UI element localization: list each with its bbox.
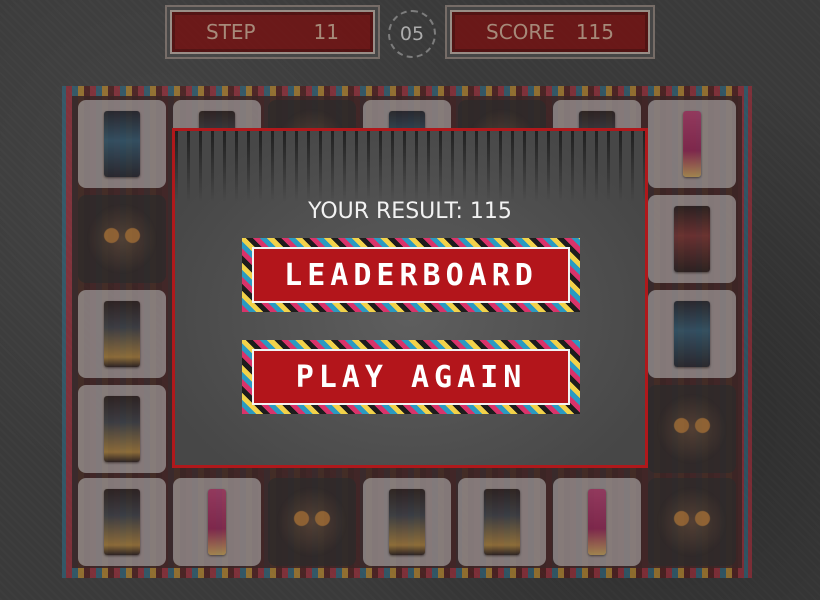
coffee-pack-icon — [208, 489, 226, 555]
step-label: STEP — [206, 20, 256, 44]
memory-card[interactable] — [78, 290, 166, 378]
memory-card[interactable] — [648, 290, 736, 378]
coffee-pack-icon — [674, 301, 710, 367]
memory-card[interactable] — [78, 385, 166, 473]
owl-icon — [657, 487, 727, 557]
result-text: YOUR RESULT: 115 — [308, 199, 512, 224]
memory-card[interactable] — [78, 195, 166, 283]
timer-badge: 05 — [388, 10, 436, 58]
timer-value: 05 — [399, 23, 425, 45]
memory-card[interactable] — [458, 478, 546, 566]
score-value: 115 — [575, 20, 614, 44]
coffee-pack-icon — [484, 489, 520, 555]
memory-card[interactable] — [268, 478, 356, 566]
play-again-button[interactable]: PLAY AGAIN — [242, 340, 580, 414]
coffee-pack-icon — [104, 301, 140, 367]
memory-card[interactable] — [648, 385, 736, 473]
memory-card[interactable] — [78, 478, 166, 566]
leaderboard-button[interactable]: LEADERBOARD — [242, 238, 580, 312]
coffee-pack-icon — [104, 396, 140, 462]
memory-card[interactable] — [648, 195, 736, 283]
score-counter: SCORE 115 — [450, 10, 650, 54]
memory-card[interactable] — [648, 100, 736, 188]
coffee-pack-icon — [683, 111, 701, 177]
memory-card[interactable] — [553, 478, 641, 566]
play-again-button-label: PLAY AGAIN — [252, 349, 570, 405]
decorative-fringe — [175, 131, 645, 201]
leaderboard-button-label: LEADERBOARD — [252, 247, 570, 303]
coffee-pack-icon — [389, 489, 425, 555]
result-dialog: YOUR RESULT: 115 LEADERBOARD PLAY AGAIN — [172, 128, 648, 468]
memory-card[interactable] — [78, 100, 166, 188]
coffee-pack-icon — [104, 111, 140, 177]
owl-icon — [87, 204, 157, 274]
coffee-pack-icon — [674, 206, 710, 272]
owl-icon — [277, 487, 347, 557]
step-counter: STEP 11 — [170, 10, 375, 54]
memory-card[interactable] — [363, 478, 451, 566]
owl-icon — [657, 394, 727, 464]
coffee-pack-icon — [588, 489, 606, 555]
step-value: 11 — [313, 20, 339, 44]
score-label: SCORE — [486, 20, 555, 44]
coffee-pack-icon — [104, 489, 140, 555]
memory-card[interactable] — [648, 478, 736, 566]
memory-card[interactable] — [173, 478, 261, 566]
